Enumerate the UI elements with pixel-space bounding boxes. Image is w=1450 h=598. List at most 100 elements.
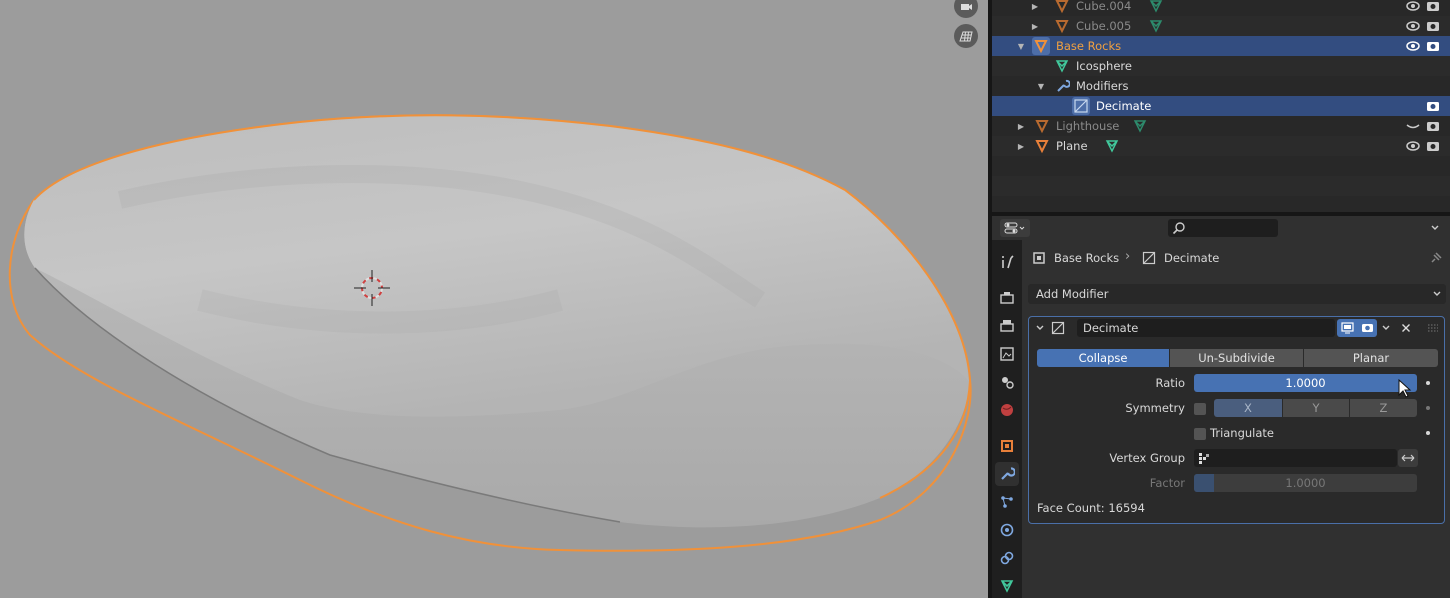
- triangulate-checkbox[interactable]: [1194, 428, 1206, 440]
- outliner-row[interactable]: ▶ Cube.004: [992, 0, 1450, 16]
- particles-icon: [1001, 496, 1013, 508]
- outliner-row[interactable]: ▶ Cube.005: [992, 16, 1450, 36]
- render-camera-icon[interactable]: [1425, 118, 1441, 134]
- editor-type-button[interactable]: [1000, 219, 1030, 237]
- outliner-row[interactable]: ▶ Lighthouse: [992, 116, 1450, 136]
- tab-world[interactable]: [995, 398, 1019, 422]
- tab-constraints[interactable]: [995, 546, 1019, 570]
- render-camera-icon[interactable]: [1425, 0, 1441, 14]
- tab-render[interactable]: [995, 286, 1019, 310]
- eye-icon[interactable]: [1405, 18, 1421, 34]
- breadcrumb-object: Base Rocks: [1054, 251, 1120, 265]
- invert-vertex-group-button[interactable]: [1398, 449, 1418, 467]
- ratio-value: 1.0000: [1285, 376, 1326, 390]
- show-in-viewport-toggle[interactable]: [1337, 319, 1357, 337]
- tab-tool[interactable]: [995, 250, 1019, 274]
- keyframe-dot-icon[interactable]: [1426, 406, 1430, 410]
- add-modifier-dropdown[interactable]: Add Modifier: [1028, 284, 1446, 304]
- outliner-item-label: Modifiers: [1076, 79, 1129, 93]
- mesh-data-icon: [1149, 0, 1163, 13]
- object-icon: [1001, 440, 1013, 452]
- outliner-row[interactable]: ▼ Modifiers: [992, 76, 1450, 96]
- outliner-item-label: Icosphere: [1076, 59, 1132, 73]
- render-camera-icon[interactable]: [1425, 138, 1441, 154]
- tab-data[interactable]: [995, 574, 1019, 598]
- outliner-row-selected[interactable]: ▼ Base Rocks: [992, 36, 1450, 56]
- collapse-arrow-icon[interactable]: ▼: [1036, 76, 1046, 96]
- object-icon: [1055, 20, 1069, 34]
- vertex-group-label: Vertex Group: [1109, 451, 1185, 465]
- physics-icon: [1000, 523, 1014, 537]
- monitor-icon: [1340, 322, 1354, 334]
- expand-arrow-icon[interactable]: ▶: [1030, 16, 1040, 36]
- render-camera-icon[interactable]: [1425, 38, 1441, 54]
- properties-editor[interactable]: Base Rocks › Decimate Add Modifier Decim…: [992, 216, 1450, 598]
- properties-tabs: [992, 240, 1022, 598]
- object-icon: [1034, 40, 1048, 54]
- render-camera-icon[interactable]: [1425, 18, 1441, 34]
- outliner[interactable]: ▶ Cube.004 ▶ Cube.005 ▼ Base Rocks Icosp…: [992, 0, 1450, 212]
- 3d-viewport[interactable]: [0, 0, 988, 598]
- modifier-name-field[interactable]: Decimate: [1077, 319, 1335, 337]
- chevron-down-icon[interactable]: [1381, 323, 1391, 333]
- pin-icon[interactable]: [1429, 251, 1443, 265]
- tab-modifiers[interactable]: [995, 462, 1019, 486]
- axis-z-button[interactable]: Z: [1350, 399, 1417, 417]
- keyframe-dot-icon[interactable]: [1426, 431, 1430, 435]
- eye-icon[interactable]: [1405, 138, 1421, 154]
- factor-slider[interactable]: 1.0000: [1194, 474, 1417, 492]
- close-icon[interactable]: [1401, 323, 1411, 333]
- scene-icon: [1002, 377, 1014, 389]
- mode-collapse-button[interactable]: Collapse: [1037, 349, 1169, 367]
- grid-icon: [959, 31, 973, 42]
- outliner-row[interactable]: ▶ Plane: [992, 136, 1450, 156]
- mode-unsubdivide-button[interactable]: Un-Subdivide: [1170, 349, 1303, 367]
- object-icon: [1035, 140, 1049, 154]
- tab-output[interactable]: [995, 314, 1019, 338]
- tab-physics[interactable]: [995, 518, 1019, 542]
- data-icon: [1000, 580, 1014, 593]
- mouse-cursor-icon: [1398, 379, 1412, 398]
- mesh-data-icon: [1149, 20, 1163, 33]
- tab-particles[interactable]: [995, 490, 1019, 514]
- render-camera-icon[interactable]: [1425, 98, 1441, 114]
- expand-arrow-icon[interactable]: ▶: [1016, 136, 1026, 156]
- expand-arrow-icon[interactable]: ▶: [1030, 0, 1040, 16]
- factor-label: Factor: [1149, 476, 1185, 490]
- factor-value: 1.0000: [1285, 476, 1326, 490]
- outliner-item-label: Lighthouse: [1056, 119, 1120, 133]
- ratio-slider[interactable]: 1.0000: [1194, 374, 1417, 392]
- axis-x-button[interactable]: X: [1214, 399, 1282, 417]
- ortho-grid-toggle[interactable]: [954, 24, 978, 48]
- rock-mesh-view: [8, 114, 972, 552]
- tool-icon: [1002, 255, 1014, 269]
- search-input[interactable]: [1168, 219, 1278, 237]
- outliner-empty-row: [992, 156, 1450, 176]
- ratio-label: Ratio: [1155, 376, 1185, 390]
- breadcrumb-separator-icon: ›: [1125, 249, 1131, 264]
- vertex-group-field[interactable]: [1194, 449, 1397, 467]
- keyframe-dot-icon[interactable]: [1426, 381, 1430, 385]
- modifier-wrench-icon: [1001, 467, 1015, 480]
- symmetry-checkbox[interactable]: [1194, 403, 1206, 415]
- tab-object[interactable]: [995, 434, 1019, 458]
- eye-icon[interactable]: [1405, 0, 1421, 14]
- triangulate-label: Triangulate: [1210, 426, 1275, 440]
- eye-closed-icon[interactable]: [1405, 118, 1421, 134]
- eye-icon[interactable]: [1405, 38, 1421, 54]
- outliner-row[interactable]: Icosphere: [992, 56, 1450, 76]
- decimate-icon: [1074, 99, 1088, 113]
- mode-planar-button[interactable]: Planar: [1304, 349, 1438, 367]
- collapse-arrow-icon[interactable]: ▼: [1016, 36, 1026, 56]
- chevron-down-icon: [1433, 291, 1441, 296]
- show-in-render-toggle[interactable]: [1357, 319, 1377, 337]
- tab-view-layer[interactable]: [995, 342, 1019, 366]
- chevron-down-icon[interactable]: [1430, 223, 1440, 233]
- axis-y-button[interactable]: Y: [1283, 399, 1349, 417]
- expand-arrow-icon[interactable]: ▶: [1016, 116, 1026, 136]
- drag-handle-icon[interactable]: [1427, 323, 1439, 333]
- tab-scene[interactable]: [995, 370, 1019, 394]
- modifier-name-text: Decimate: [1083, 321, 1139, 335]
- collapse-chevron-icon[interactable]: [1035, 323, 1045, 333]
- outliner-row-selected[interactable]: Decimate: [992, 96, 1450, 116]
